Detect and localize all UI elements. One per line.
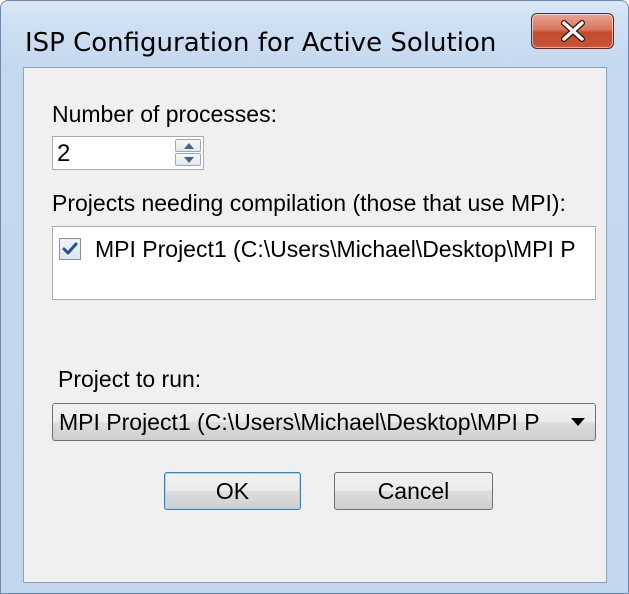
processes-label: Number of processes:	[52, 101, 277, 127]
dialog-window: ISP Configuration for Active Solution Nu…	[0, 0, 629, 594]
compilation-listbox[interactable]: MPI Project1 (C:\Users\Michael\Desktop\M…	[52, 226, 596, 300]
stepper-down-button[interactable]	[175, 153, 201, 166]
run-label: Project to run:	[58, 366, 202, 392]
list-item[interactable]: MPI Project1 (C:\Users\Michael\Desktop\M…	[59, 235, 595, 263]
processes-stepper[interactable]: 2	[52, 136, 204, 170]
close-icon	[561, 20, 585, 42]
dropdown-selected-value: MPI Project1 (C:\Users\Michael\Desktop\M…	[59, 409, 540, 435]
checkmark-icon	[62, 242, 78, 255]
project-checkbox[interactable]	[59, 238, 81, 260]
dropdown-arrow-icon	[571, 418, 585, 426]
close-button[interactable]	[531, 13, 614, 49]
window-title: ISP Configuration for Active Solution	[25, 28, 497, 58]
project-to-run-dropdown[interactable]: MPI Project1 (C:\Users\Michael\Desktop\M…	[52, 403, 596, 441]
triangle-up-icon	[184, 143, 194, 149]
cancel-button[interactable]: Cancel	[334, 472, 493, 510]
triangle-down-icon	[184, 157, 194, 163]
compilation-label: Projects needing compilation (those that…	[52, 190, 566, 216]
stepper-arrows	[175, 139, 201, 167]
ok-button[interactable]: OK	[164, 472, 301, 510]
project-item-label: MPI Project1 (C:\Users\Michael\Desktop\M…	[95, 236, 576, 262]
stepper-up-button[interactable]	[175, 139, 201, 152]
processes-value[interactable]: 2	[57, 140, 70, 168]
dialog-client-area: Number of processes: 2 Projects needing …	[23, 67, 607, 583]
